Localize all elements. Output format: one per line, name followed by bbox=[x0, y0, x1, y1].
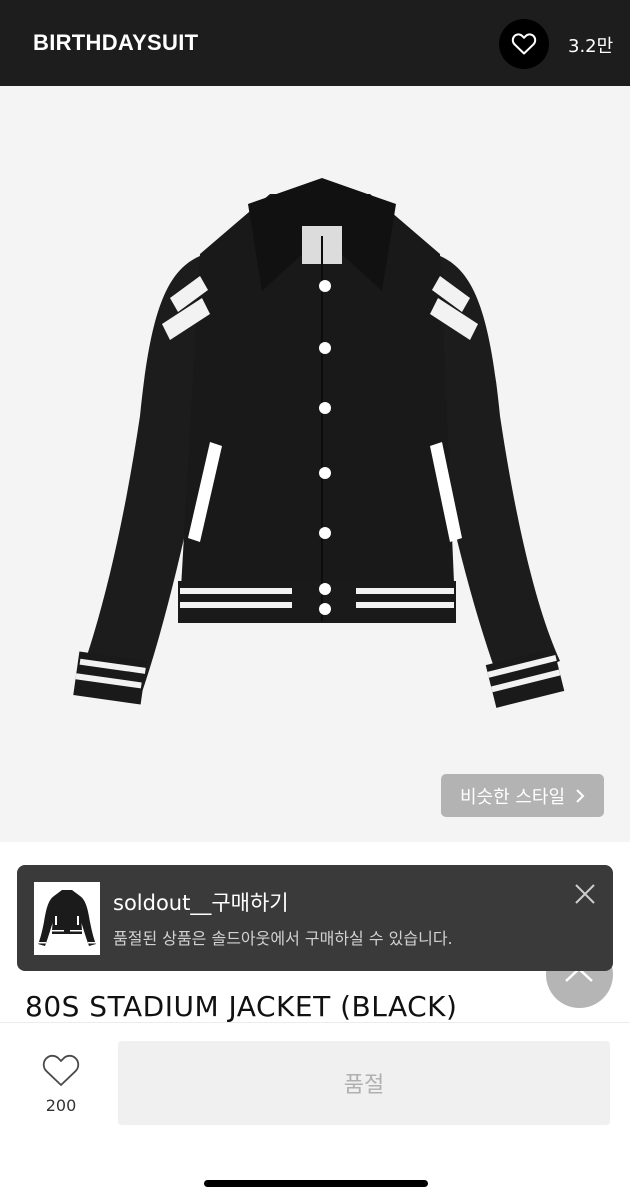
close-icon[interactable] bbox=[573, 882, 597, 906]
similar-style-button[interactable]: 비슷한 스타일 bbox=[441, 774, 604, 817]
toast-thumbnail bbox=[34, 882, 100, 955]
soldout-toast[interactable]: soldout__구매하기 품절된 상품은 솔드아웃에서 구매하실 수 있습니다… bbox=[17, 865, 613, 971]
product-thumbnail bbox=[37, 890, 97, 946]
product-image-area[interactable]: 비슷한 스타일 bbox=[0, 86, 630, 842]
heart-icon bbox=[511, 33, 537, 55]
app-header: BIRTHDAYSUIT 3.2만 bbox=[0, 0, 630, 86]
like-count: 200 bbox=[45, 1096, 77, 1115]
soldout-button[interactable]: 품절 bbox=[118, 1041, 610, 1125]
bottom-action-bar: 200 품절 bbox=[0, 1022, 630, 1201]
wishlist-button[interactable] bbox=[499, 19, 549, 69]
product-title: 80S STADIUM JACKET (BLACK) bbox=[25, 990, 458, 1023]
brand-logo[interactable]: BIRTHDAYSUIT bbox=[33, 30, 198, 56]
home-indicator bbox=[204, 1180, 428, 1187]
product-photo bbox=[73, 178, 565, 708]
chevron-right-icon bbox=[576, 788, 585, 803]
heart-outline-icon[interactable] bbox=[41, 1053, 81, 1089]
wishlist-count: 3.2만 bbox=[568, 36, 614, 57]
similar-style-label: 비슷한 스타일 bbox=[459, 786, 566, 808]
toast-title: soldout__구매하기 bbox=[113, 891, 289, 915]
toast-description: 품절된 상품은 솔드아웃에서 구매하실 수 있습니다. bbox=[113, 929, 453, 948]
